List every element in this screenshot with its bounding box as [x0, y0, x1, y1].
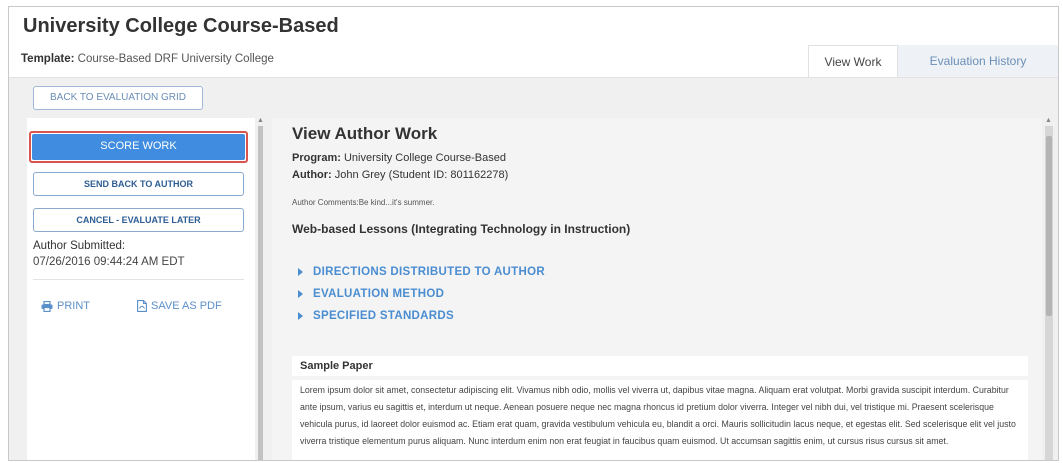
section-evaluation-method[interactable]: EVALUATION METHOD: [298, 288, 444, 300]
caret-right-icon: [298, 290, 303, 298]
author-submitted-label: Author Submitted:: [33, 240, 126, 252]
printer-icon: [41, 300, 53, 312]
tab-evaluation-history[interactable]: Evaluation History: [898, 45, 1058, 77]
content-title: View Author Work: [292, 124, 438, 143]
scroll-up-icon[interactable]: ▲: [1045, 117, 1052, 124]
cancel-evaluate-later-button[interactable]: CANCEL - EVALUATE LATER: [33, 208, 244, 232]
workspace: BACK TO EVALUATION GRID SCORE WORK SEND …: [9, 77, 1058, 460]
author-comments: Author Comments:Be kind...it's summer.: [292, 198, 435, 207]
back-to-evaluation-grid-button[interactable]: BACK TO EVALUATION GRID: [33, 86, 203, 110]
author-submitted-date: 07/26/2016 09:44:24 AM EDT: [33, 256, 185, 268]
send-back-to-author-button[interactable]: SEND BACK TO AUTHOR: [33, 172, 244, 196]
caret-right-icon: [298, 312, 303, 320]
program-line: Program: University College Course-Based: [292, 152, 506, 164]
panel-splitter[interactable]: [258, 126, 263, 460]
tab-view-work[interactable]: View Work: [808, 45, 898, 77]
scrollbar-thumb[interactable]: [1046, 136, 1052, 316]
print-button[interactable]: PRINT: [41, 300, 90, 312]
template-line: Template: Course-Based DRF University Co…: [21, 53, 274, 65]
template-label: Template:: [21, 53, 75, 65]
caret-right-icon: [298, 268, 303, 276]
author-work-panel: View Author Work Program: University Col…: [272, 118, 1042, 460]
section-specified-standards-label: SPECIFIED STANDARDS: [313, 310, 454, 322]
save-as-pdf-button[interactable]: SAVE AS PDF: [137, 300, 222, 312]
section-evaluation-method-label: EVALUATION METHOD: [313, 288, 445, 300]
score-work-highlight: SCORE WORK: [29, 131, 248, 163]
author-line: Author: John Grey (Student ID: 801162278…: [292, 169, 508, 181]
sample-paper-heading: Sample Paper: [292, 356, 1028, 376]
print-label: PRINT: [57, 300, 90, 312]
sidebar-divider: [33, 279, 244, 280]
app-frame: University College Course-Based Template…: [8, 6, 1059, 461]
page-title: University College Course-Based: [23, 15, 339, 37]
program-value: University College Course-Based: [343, 152, 506, 164]
save-as-pdf-label: SAVE AS PDF: [151, 300, 222, 312]
author-value: John Grey (Student ID: 801162278): [334, 169, 509, 181]
tab-bar: View Work Evaluation History: [808, 45, 1058, 77]
program-label: Program:: [292, 152, 341, 164]
lesson-title: Web-based Lessons (Integrating Technolog…: [292, 222, 631, 236]
section-directions[interactable]: DIRECTIONS DISTRIBUTED TO AUTHOR: [298, 266, 545, 278]
gutter-scroll-up-icon[interactable]: ▲: [257, 117, 264, 124]
author-label: Author:: [292, 169, 332, 181]
section-directions-label: DIRECTIONS DISTRIBUTED TO AUTHOR: [313, 266, 545, 278]
left-panel: [27, 118, 255, 460]
pdf-file-icon: [137, 300, 147, 312]
sample-paper-text: Lorem ipsum dolor sit amet, consectetur …: [292, 380, 1028, 460]
score-work-button[interactable]: SCORE WORK: [32, 134, 245, 160]
template-value: Course-Based DRF University College: [77, 53, 274, 65]
section-specified-standards[interactable]: SPECIFIED STANDARDS: [298, 310, 454, 322]
